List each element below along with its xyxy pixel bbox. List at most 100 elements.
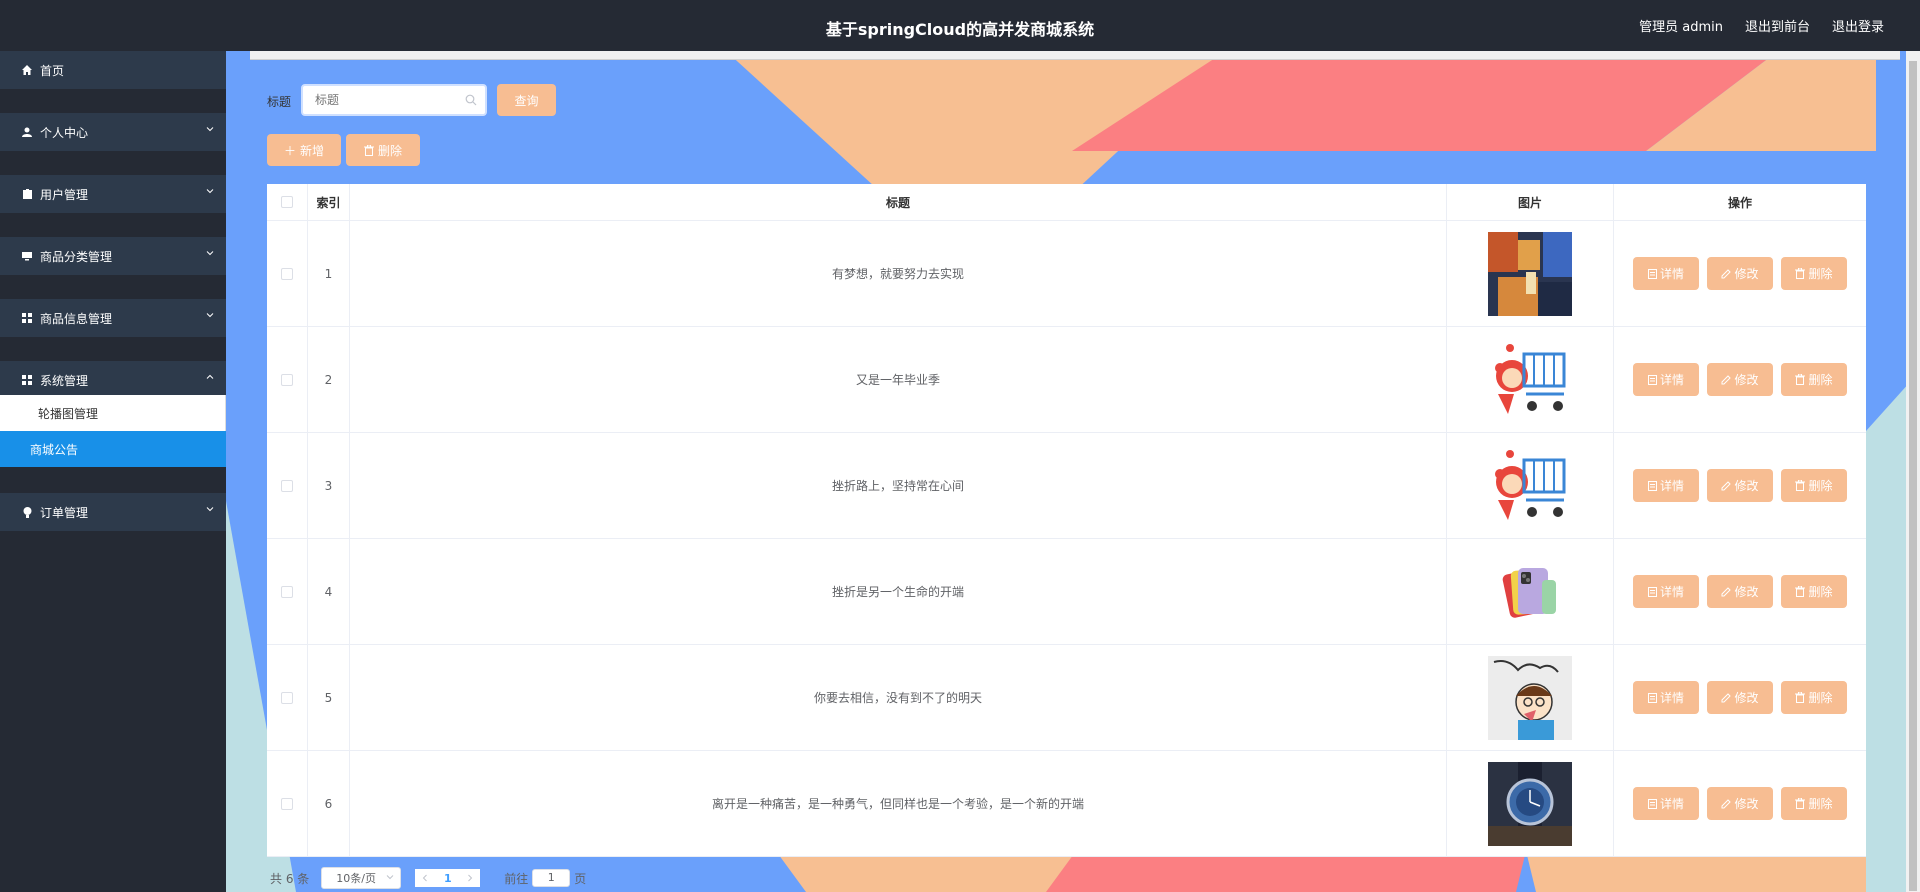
detail-button[interactable]: 详情	[1633, 681, 1699, 714]
select-all-checkbox[interactable]	[281, 196, 293, 208]
sidebar-item-personal[interactable]: 个人中心	[0, 113, 226, 151]
row-select-cell	[267, 433, 308, 538]
row-select-cell	[267, 539, 308, 644]
row-image-cell	[1447, 433, 1614, 538]
table-row: 2 又是一年毕业季 详情 修改 删除	[267, 327, 1866, 433]
row-thumbnail[interactable]	[1488, 337, 1572, 422]
row-thumbnail[interactable]	[1488, 443, 1572, 528]
batch-delete-button[interactable]: 删除	[346, 134, 420, 166]
row-checkbox[interactable]	[281, 267, 293, 280]
delete-label: 删除	[1808, 373, 1833, 387]
row-checkbox[interactable]	[281, 373, 293, 386]
sidebar-subitem-carousel[interactable]: 轮播图管理	[0, 395, 226, 431]
delete-button[interactable]: 删除	[1781, 681, 1847, 714]
header-select-cell	[267, 184, 308, 220]
delete-button[interactable]: 删除	[1781, 363, 1847, 396]
sidebar-item-label: 个人中心	[40, 125, 89, 140]
detail-label: 详情	[1659, 267, 1684, 281]
row-title: 你要去相信，没有到不了的明天	[350, 645, 1447, 750]
delete-label: 删除	[1808, 267, 1833, 281]
row-thumbnail[interactable]	[1488, 761, 1572, 846]
goto-page-input[interactable]: 1	[532, 869, 571, 887]
trash-icon	[1795, 268, 1806, 279]
detail-button[interactable]: 详情	[1633, 257, 1699, 290]
pager-nav: 1	[415, 869, 481, 887]
detail-button[interactable]: 详情	[1633, 363, 1699, 396]
delete-button[interactable]: 删除	[1781, 469, 1847, 502]
detail-button[interactable]: 详情	[1633, 575, 1699, 608]
delete-label: 删除	[1808, 479, 1833, 493]
row-index: 3	[308, 433, 350, 538]
row-image-cell	[1447, 221, 1614, 326]
row-index: 6	[308, 751, 350, 856]
row-index: 5	[308, 645, 350, 750]
row-checkbox[interactable]	[281, 797, 293, 810]
add-button[interactable]: ＋ 新增	[267, 134, 341, 166]
row-image-cell	[1447, 645, 1614, 750]
table-row: 6 离开是一种痛苦，是一种勇气，但同样也是一个考验，是一个新的开端 详情 修改 …	[267, 751, 1866, 857]
detail-button[interactable]: 详情	[1633, 787, 1699, 820]
current-page[interactable]: 1	[444, 872, 452, 885]
delete-button[interactable]: 删除	[1781, 787, 1847, 820]
sidebar-item-label: 首页	[40, 63, 65, 78]
document-icon	[1647, 798, 1657, 809]
row-thumbnail[interactable]	[1488, 231, 1572, 316]
row-checkbox[interactable]	[281, 691, 293, 704]
edit-button[interactable]: 修改	[1707, 787, 1773, 820]
logout-link[interactable]: 退出登录	[1832, 16, 1884, 35]
row-thumbnail[interactable]	[1488, 655, 1572, 740]
row-checkbox[interactable]	[281, 479, 293, 492]
row-title: 挫折路上，坚持常在心间	[350, 433, 1447, 538]
page-size-select[interactable]: 10条/页	[321, 867, 402, 889]
edit-button[interactable]: 修改	[1707, 257, 1773, 290]
home-icon	[20, 65, 34, 75]
search-box	[301, 84, 487, 116]
row-checkbox[interactable]	[281, 585, 293, 598]
bulb-icon	[20, 506, 34, 518]
edit-icon	[1721, 586, 1732, 596]
vertical-scrollbar[interactable]	[1906, 51, 1920, 892]
row-ops-cell: 详情 修改 删除	[1614, 221, 1866, 326]
row-index: 1	[308, 221, 350, 326]
chevron-down-icon	[386, 875, 394, 880]
edit-button[interactable]: 修改	[1707, 681, 1773, 714]
delete-button[interactable]: 删除	[1781, 257, 1847, 290]
search-input[interactable]	[315, 93, 465, 107]
edit-button[interactable]: 修改	[1707, 575, 1773, 608]
edit-button[interactable]: 修改	[1707, 469, 1773, 502]
data-table: 索引 标题 图片 操作 1 有梦想，就要努力去实现 详情 修改 删除 2 又是一…	[267, 184, 1866, 857]
sidebar-item-category[interactable]: 商品分类管理	[0, 237, 226, 275]
row-thumbnail[interactable]	[1488, 549, 1572, 634]
app-title: 基于springCloud的高并发商城系统	[825, 20, 1095, 39]
top-header: 基于springCloud的高并发商城系统 管理员 admin 退出到前台 退出…	[0, 0, 1920, 51]
grid-icon	[20, 313, 34, 323]
row-select-cell	[267, 751, 308, 856]
next-page-icon[interactable]	[466, 874, 474, 882]
exit-to-front-link[interactable]: 退出到前台	[1745, 16, 1810, 35]
edit-icon	[1721, 268, 1732, 278]
sidebar-item-home[interactable]: 首页	[0, 51, 226, 89]
edit-label: 修改	[1734, 479, 1759, 493]
sidebar-item-users[interactable]: 用户管理	[0, 175, 226, 213]
detail-button[interactable]: 详情	[1633, 469, 1699, 502]
table-row: 4 挫折是另一个生命的开端 详情 修改 删除	[267, 539, 1866, 645]
document-icon	[1647, 692, 1657, 703]
sidebar-item-system[interactable]: 系统管理	[0, 361, 226, 399]
sidebar-item-product[interactable]: 商品信息管理	[0, 299, 226, 337]
query-button[interactable]: 查询	[497, 84, 556, 116]
sidebar-item-label: 系统管理	[40, 373, 89, 388]
table-row: 3 挫折路上，坚持常在心间 详情 修改 删除	[267, 433, 1866, 539]
current-user: 管理员 admin	[1639, 20, 1723, 35]
detail-label: 详情	[1659, 691, 1684, 705]
sidebar-subitem-notice[interactable]: 商城公告	[0, 431, 226, 467]
prev-page-icon[interactable]	[421, 874, 429, 882]
sidebar-item-label: 用户管理	[40, 187, 89, 202]
sidebar-item-label: 订单管理	[40, 505, 89, 520]
delete-button[interactable]: 删除	[1781, 575, 1847, 608]
chevron-down-icon	[206, 313, 214, 318]
document-icon	[1647, 374, 1657, 385]
scrollbar-thumb[interactable]	[1909, 61, 1917, 891]
edit-button[interactable]: 修改	[1707, 363, 1773, 396]
pagination: 共 6 条 10条/页 1 前往 1 页	[270, 867, 586, 889]
sidebar-item-orders[interactable]: 订单管理	[0, 493, 226, 531]
